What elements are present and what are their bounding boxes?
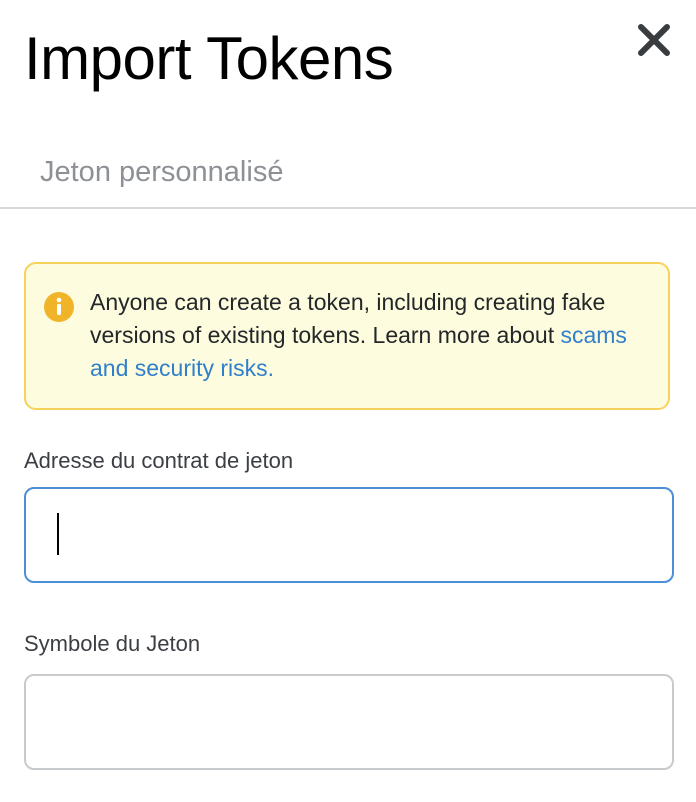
tab-custom-token[interactable]: Jeton personnalisé [40, 152, 283, 192]
page-title: Import Tokens [24, 25, 394, 92]
warning-message: Anyone can create a token, including cre… [90, 286, 650, 385]
token-address-label: Adresse du contrat de jeton [24, 448, 294, 473]
tab-divider [0, 207, 696, 209]
close-button[interactable] [632, 18, 676, 62]
text-cursor [57, 513, 59, 555]
scam-warning-banner: Anyone can create a token, including cre… [24, 262, 670, 410]
info-icon [44, 292, 74, 322]
warning-text: Anyone can create a token, including cre… [90, 289, 606, 348]
close-icon [638, 24, 670, 56]
token-symbol-input[interactable] [24, 674, 674, 770]
token-address-input[interactable] [24, 487, 674, 583]
token-symbol-label: Symbole du Jeton [24, 631, 201, 656]
